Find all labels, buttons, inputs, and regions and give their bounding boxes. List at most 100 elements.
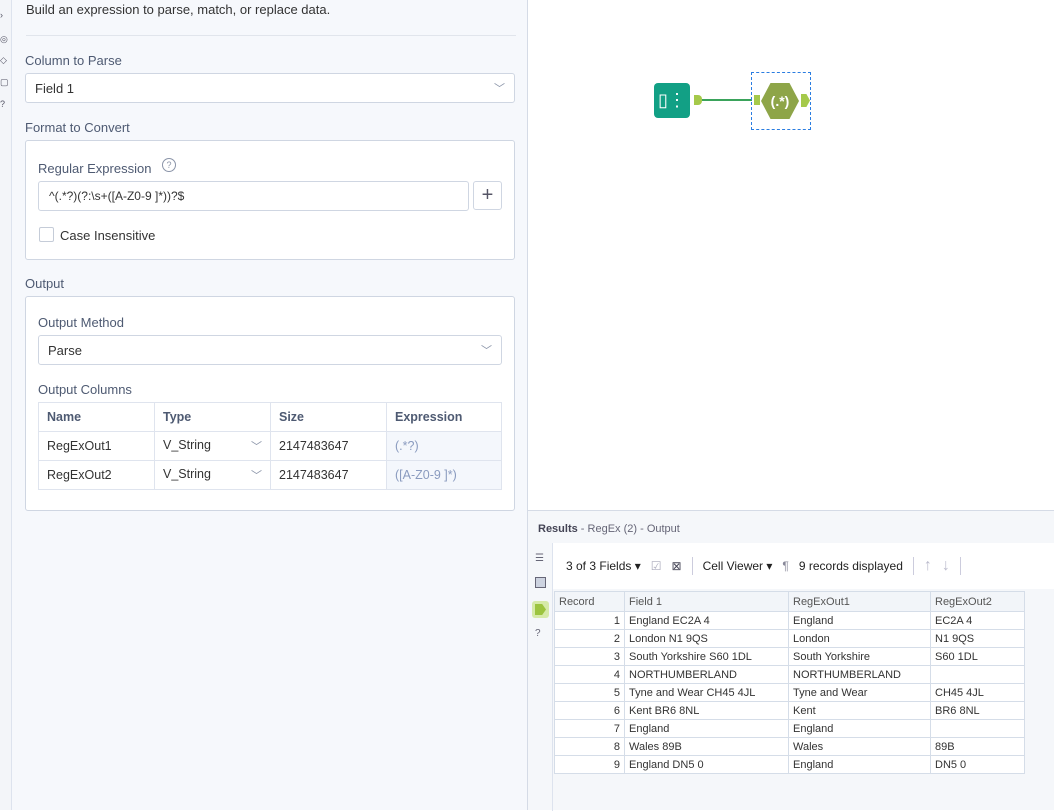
table-cell[interactable]: Kent [788, 701, 931, 720]
results-sidebar: ☰ ? [528, 543, 553, 811]
regex-tool-icon: (.*) [761, 83, 799, 119]
table-cell[interactable]: 6 [554, 701, 625, 720]
deselect-icon[interactable]: ⊠ [672, 559, 682, 573]
records-count: 9 records displayed [798, 559, 903, 573]
col-header: Expression [386, 402, 502, 432]
results-subtitle: - RegEx (2) - Output [577, 523, 680, 535]
selected-regex-tool[interactable]: (.*) [751, 72, 811, 130]
divider [691, 557, 693, 575]
table-cell[interactable]: 89B [930, 737, 1025, 756]
output-columns-label: Output Columns [38, 382, 132, 397]
help-icon[interactable]: ? [535, 628, 541, 639]
pilcrow-icon[interactable]: ¶ [782, 559, 788, 573]
regex-input[interactable]: ^(.*?)(?:\s+([A-Z0-9 ]*))?$ [38, 181, 469, 211]
table-cell[interactable]: London [788, 629, 931, 648]
results-title: Results - RegEx (2) - Output [538, 523, 680, 535]
circle-icon[interactable]: ◎ [0, 34, 8, 45]
table-cell[interactable]: Kent BR6 8NL [624, 701, 789, 720]
table-cell[interactable]: DN5 0 [930, 755, 1025, 774]
table-cell[interactable]: England [788, 611, 931, 630]
size-cell[interactable]: 2147483647 [270, 431, 387, 461]
table-row: 8 Wales 89B Wales 89B [554, 737, 1025, 756]
divider [26, 35, 516, 36]
column-to-parse-select[interactable]: Field 1 ﹀ [25, 73, 515, 103]
input-anchor[interactable] [754, 95, 760, 105]
list-icon[interactable]: ☰ [535, 553, 544, 564]
table-cell[interactable]: South Yorkshire S60 1DL [624, 647, 789, 666]
table-cell[interactable]: Tyne and Wear CH45 4JL [624, 683, 789, 702]
table-cell[interactable]: NORTHUMBERLAND [788, 665, 931, 684]
help-icon[interactable]: ? [162, 158, 176, 172]
table-cell[interactable]: 8 [554, 737, 625, 756]
table-cell[interactable]: England DN5 0 [624, 755, 789, 774]
table-cell[interactable]: NORTHUMBERLAND [624, 665, 789, 684]
table-cell[interactable]: S60 1DL [930, 647, 1025, 666]
divider [912, 557, 914, 575]
table-cell[interactable]: Wales [788, 737, 931, 756]
text-input-tool-icon[interactable]: ▯⋮ [654, 83, 690, 118]
table-cell[interactable]: England EC2A 4 [624, 611, 789, 630]
column-header[interactable]: RegExOut1 [788, 591, 931, 612]
table-cell[interactable]: Tyne and Wear [788, 683, 931, 702]
table-cell[interactable]: London N1 9QS [624, 629, 789, 648]
column-header[interactable]: RegExOut2 [930, 591, 1025, 612]
results-panel: Results - RegEx (2) - Output ☰ ? 3 of 3 … [528, 510, 1054, 811]
workflow-canvas[interactable]: ▯⋮ (.*) [528, 0, 1054, 510]
fields-dropdown[interactable]: 3 of 3 Fields ▾ [566, 559, 641, 573]
table-cell[interactable]: N1 9QS [930, 629, 1025, 648]
column-header[interactable]: Field 1 [624, 591, 789, 612]
help-icon[interactable]: ? [0, 99, 5, 109]
table-cell[interactable]: 9 [554, 755, 625, 774]
arrow-down-icon[interactable]: ↓ [942, 557, 950, 575]
table-cell[interactable]: England [788, 755, 931, 774]
table-cell[interactable]: England [788, 719, 931, 738]
col-header: Type [154, 402, 271, 432]
table-cell[interactable]: South Yorkshire [788, 647, 931, 666]
column-header[interactable]: Record [554, 591, 625, 612]
metadata-icon[interactable] [535, 577, 546, 588]
size-cell[interactable]: 2147483647 [270, 460, 387, 490]
table-cell[interactable] [930, 719, 1025, 738]
name-cell[interactable]: RegExOut1 [38, 431, 155, 461]
case-insensitive-checkbox[interactable] [39, 227, 54, 242]
connection-line [702, 99, 752, 101]
table-cell[interactable]: BR6 8NL [930, 701, 1025, 720]
table-row: 5 Tyne and Wear CH45 4JL Tyne and Wear CH45… [554, 683, 1025, 702]
arrow-up-icon[interactable]: ↑ [924, 557, 932, 575]
table-row: 6 Kent BR6 8NL Kent BR6 8NL [554, 701, 1025, 720]
table-cell[interactable]: England [624, 719, 789, 738]
table-cell[interactable]: 5 [554, 683, 625, 702]
table-cell[interactable]: CH45 4JL [930, 683, 1025, 702]
fields-label: 3 of 3 Fields [566, 559, 632, 573]
tag-icon[interactable]: ◇ [0, 55, 7, 66]
column-to-parse-label: Column to Parse [25, 53, 122, 68]
table-cell[interactable]: 2 [554, 629, 625, 648]
check-icon[interactable]: ☑ [651, 559, 662, 573]
table-cell[interactable]: Wales 89B [624, 737, 789, 756]
table-cell[interactable]: 3 [554, 647, 625, 666]
table-cell[interactable]: 7 [554, 719, 625, 738]
table-cell[interactable]: EC2A 4 [930, 611, 1025, 630]
output-box: Output Method Parse ﹀ Output Columns Name… [25, 296, 515, 511]
output-method-select[interactable]: Parse ﹀ [38, 335, 502, 365]
output-anchor[interactable] [801, 94, 810, 107]
divider [959, 557, 961, 575]
table-cell[interactable]: 1 [554, 611, 625, 630]
name-cell[interactable]: RegExOut2 [38, 460, 155, 490]
type-select[interactable]: V_String ﹀ [154, 431, 271, 461]
add-expression-button[interactable]: + [473, 181, 502, 210]
data-view-button[interactable] [532, 601, 549, 618]
table-cell[interactable]: 4 [554, 665, 625, 684]
table-row: 3 South Yorkshire S60 1DL South Yorkshire S… [554, 647, 1025, 666]
expression-cell: (.*?) [386, 431, 502, 461]
type-select[interactable]: V_String ﹀ [154, 460, 271, 490]
table-cell[interactable] [930, 665, 1025, 684]
chevron-right-icon[interactable]: › [0, 10, 3, 20]
cell-viewer-dropdown[interactable]: Cell Viewer ▾ [703, 559, 773, 573]
chevron-down-icon: ﹀ [251, 470, 262, 482]
table-row: RegExOut1 V_String ﹀ 2147483647 (.*?) [38, 431, 502, 461]
column-value: Field 1 [35, 80, 75, 96]
output-anchor[interactable] [694, 95, 702, 105]
method-value: Parse [48, 342, 82, 358]
cube-icon[interactable]: ▢ [0, 77, 9, 88]
